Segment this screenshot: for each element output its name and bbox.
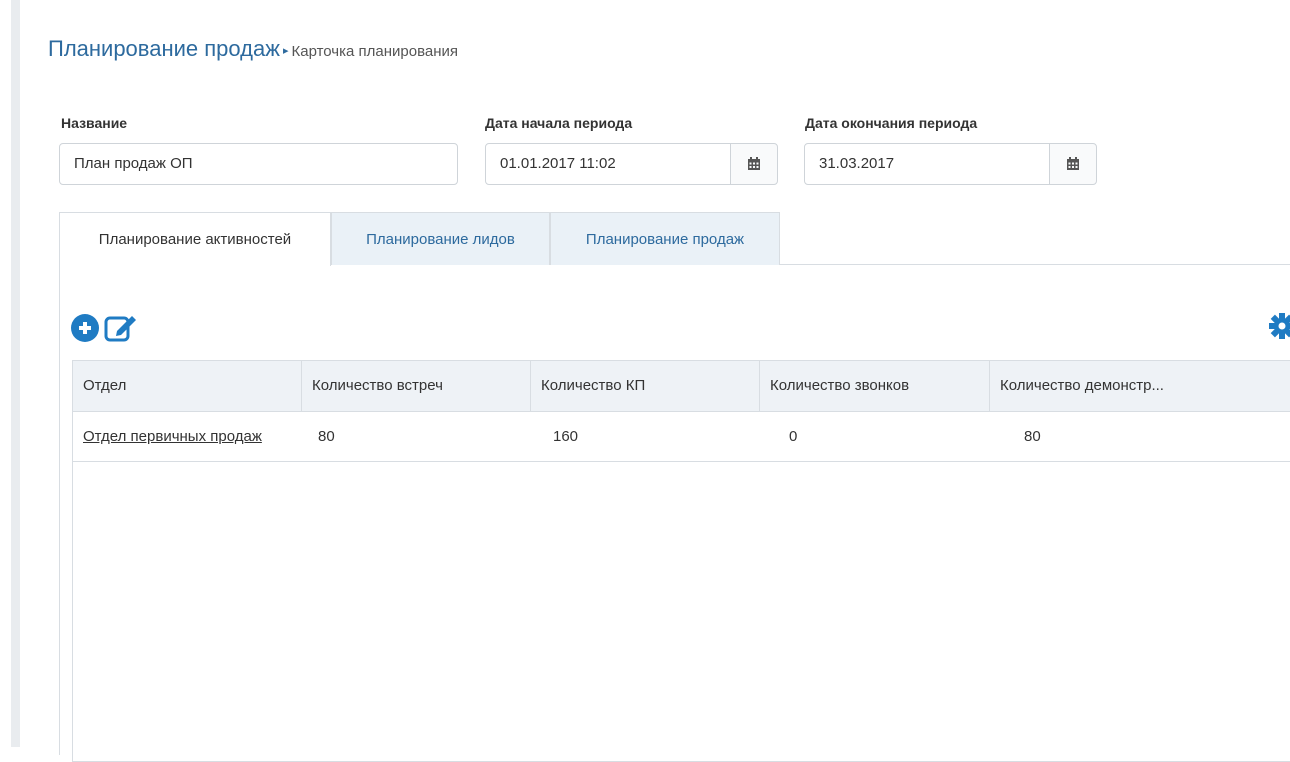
column-header-calls[interactable]: Количество звонков [760,361,990,411]
demos-cell: 80 [1024,428,1041,445]
meetings-cell: 80 [318,428,335,445]
column-header-demos[interactable]: Количество демонстр... [990,361,1290,411]
breadcrumb: Планирование продаж ▸ Карточка планировани… [48,36,458,62]
name-label: Название [61,115,128,131]
breadcrumb-page: Карточка планирования [291,43,459,60]
column-header-meetings[interactable]: Количество встреч [302,361,531,411]
end-date-label: Дата окончания периода [805,115,978,131]
planning-table: Отдел Количество встреч Количество КП Ко… [72,360,1290,762]
table-header: Отдел Количество встреч Количество КП Ко… [73,361,1290,412]
table-row[interactable]: Отдел первичных продаж 80 160 0 80 [73,412,1290,462]
proposals-cell: 160 [553,428,579,445]
edit-icon[interactable] [104,311,138,343]
column-header-department[interactable]: Отдел [73,361,302,411]
add-icon[interactable] [71,314,99,342]
start-date-label: Дата начала периода [485,115,633,131]
left-border [11,0,20,747]
gear-icon[interactable] [1268,312,1290,340]
calendar-icon[interactable] [1049,143,1097,185]
start-date-field[interactable]: 01.01.2017 11:02 [485,143,731,185]
calls-cell: 0 [789,428,798,445]
end-date-field[interactable]: 31.03.2017 [804,143,1050,185]
tab-activities[interactable]: Планирование активностей [59,212,331,266]
breadcrumb-separator: ▸ [282,45,289,57]
name-field[interactable]: План продаж ОП [59,143,458,185]
department-link[interactable]: Отдел первичных продаж [83,412,262,461]
column-header-proposals[interactable]: Количество КП [531,361,760,411]
breadcrumb-section[interactable]: Планирование продаж [48,36,280,61]
calendar-icon[interactable] [730,143,778,185]
tab-sales[interactable]: Планирование продаж [550,212,780,265]
tab-leads[interactable]: Планирование лидов [331,212,550,265]
